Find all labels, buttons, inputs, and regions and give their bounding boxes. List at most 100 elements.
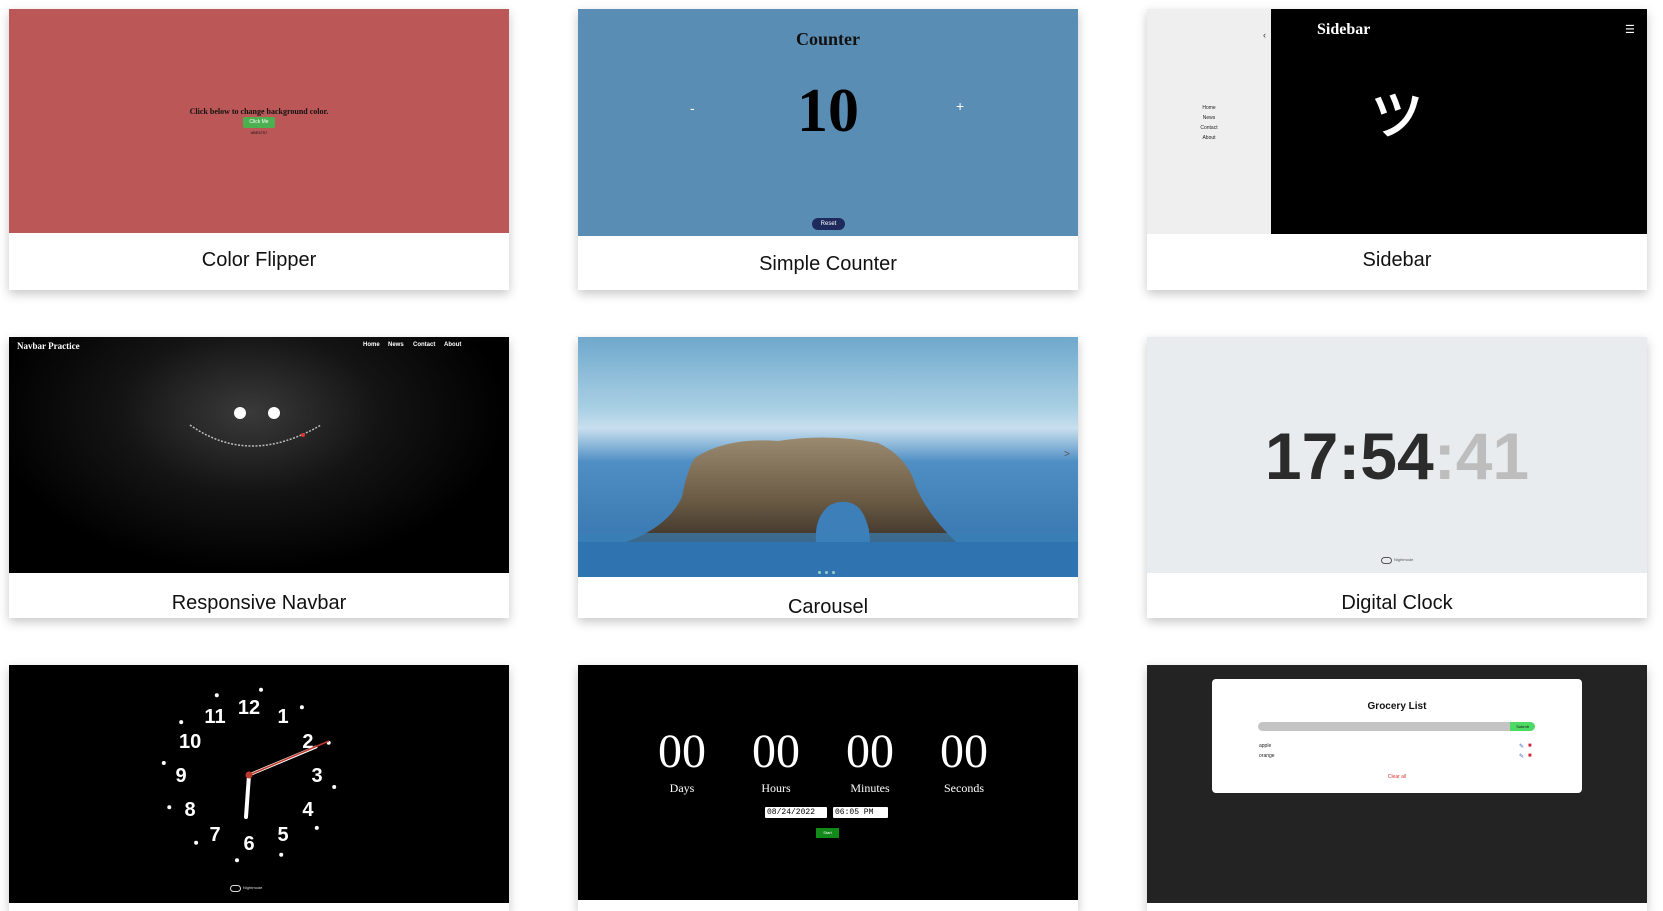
clock-tick-dot [259,687,263,692]
project-card-color-flipper[interactable]: Click below to change background color. … [9,9,509,290]
clock-number: 5 [277,824,288,846]
clock-tick-dot [214,693,219,698]
color-flipper-preview: Click below to change background color. … [9,9,509,233]
days-label: Days [669,781,695,795]
nightmode-toggle[interactable] [230,885,241,892]
sidebar-link-about[interactable]: About [1147,135,1271,141]
date-input[interactable]: 08/24/2022 [765,807,827,818]
sidebar-preview: ‹ Home News Contact About Sidebar ☰ ツ [1147,9,1647,234]
clock-tick-dot [179,720,184,725]
card-title: Simple Counter [759,253,897,275]
project-card-countdown-timer[interactable]: 00 Days 00 Hours 00 Minutes 00 Seconds 0… [578,665,1078,911]
clock-number: 7 [209,824,220,846]
hour-hand [244,773,251,819]
clock-tick-dot [167,805,172,810]
clock-center [245,771,253,779]
sidebar-link-home[interactable]: Home [1147,105,1271,111]
clock-tick-dot [279,852,284,857]
clock-number: 1 [277,706,288,728]
carousel-dot[interactable] [818,571,821,574]
hex-value: #BE5757 [250,130,268,135]
clear-all-button[interactable]: Clear all [1212,774,1582,780]
sidebar-panel: ‹ Home News Contact About [1147,9,1271,234]
clock-number: 11 [204,706,225,728]
clock-seconds: 41 [1455,419,1530,493]
nightmode-label: Nightmode [243,885,263,890]
grocery-panel: Grocery List Submit apple ✎ ■ orange ✎ ■… [1212,679,1582,793]
start-button[interactable]: Start [816,828,839,838]
seconds-label: Seconds [944,781,984,795]
time-input[interactable]: 06:05 PM [833,807,888,818]
card-title: Carousel [787,596,869,618]
grocery-item-input[interactable] [1258,722,1510,731]
smile-accent [301,433,305,437]
analog-clock-preview: 12 1 2 3 4 5 6 7 8 9 10 11 Nightmode [9,665,509,903]
rock-arch-image [578,437,1078,577]
decrement-button[interactable]: - [690,100,695,116]
grocery-item: orange [1259,753,1275,759]
grocery-preview: Grocery List Submit apple ✎ ■ orange ✎ ■… [1147,665,1647,903]
submit-button[interactable]: Submit [1510,722,1535,731]
nightmode-label: Nightmode [1394,557,1414,562]
grocery-item: apple [1259,743,1272,749]
project-card-analog-clock[interactable]: 12 1 2 3 4 5 6 7 8 9 10 11 Nightmode [9,665,509,911]
minutes-label: Minutes [850,781,890,795]
project-card-digital-clock[interactable]: 17:54:41 Nightmode Digital Clock [1147,337,1647,618]
clock-tick-dot [314,825,319,830]
seconds-value: 00 [940,725,988,778]
clock-number: 8 [185,799,196,821]
clock-number: 4 [302,799,314,821]
left-eye-dot [234,407,246,419]
clock-hours-minutes: 17:54 [1264,419,1434,493]
days-value: 00 [658,725,706,778]
counter-heading: Counter [796,29,860,49]
right-eye-dot [268,407,280,419]
delete-icon[interactable]: ■ [1528,753,1532,759]
click-me-button[interactable]: Click Me [243,117,275,128]
edit-icon[interactable]: ✎ [1519,753,1524,760]
card-title: Color Flipper [201,249,317,271]
reset-button[interactable]: Reset [812,218,845,230]
time-input-value: 06:05 PM [835,808,874,817]
clock-tick-dot [235,858,239,863]
project-card-grocery-list[interactable]: Grocery List Submit apple ✎ ■ orange ✎ ■… [1147,665,1647,911]
hamburger-icon[interactable]: ☰ [1625,23,1635,36]
smiley-face-graphic [189,407,322,447]
carousel-preview: > [578,337,1078,577]
digital-clock-preview: 17:54:41 Nightmode [1147,337,1647,573]
project-card-responsive-navbar[interactable]: Navbar Practice Home News Contact About … [9,337,509,618]
minutes-value: 00 [846,725,894,778]
clock-separator: : [1433,419,1456,493]
countdown-preview: 00 Days 00 Hours 00 Minutes 00 Seconds 0… [578,665,1078,900]
project-card-simple-counter[interactable]: Counter 10 - + Reset Simple Counter [578,9,1078,290]
grocery-heading: Grocery List [1367,701,1427,712]
card-title: Responsive Navbar [171,592,347,614]
project-card-sidebar[interactable]: ‹ Home News Contact About Sidebar ☰ ツ Si… [1147,9,1647,290]
sidebar-link-contact[interactable]: Contact [1147,125,1271,131]
sidebar-link-news[interactable]: News [1147,115,1271,121]
smile-glyph: ツ [1371,88,1424,146]
card-title: Digital Clock [1341,592,1453,614]
date-input-value: 08/24/2022 [767,808,816,817]
project-card-carousel[interactable]: > Carousel [578,337,1078,618]
flipper-instruction: Click below to change background color. [189,107,329,116]
clock-number: 6 [243,833,254,855]
navbar-preview: Navbar Practice Home News Contact About [9,337,509,573]
clock-number: 12 [238,697,260,719]
hours-value: 00 [752,725,800,778]
sidebar-heading: Sidebar [1317,21,1371,38]
counter-preview: Counter 10 - + Reset [578,9,1078,236]
carousel-dot[interactable] [825,571,828,574]
nightmode-toggle[interactable] [1381,557,1392,564]
digital-clock-display: 17:54:41 [1147,421,1647,491]
clock-tick-dot [161,761,166,765]
clock-tick-dot [194,840,199,845]
increment-button[interactable]: + [956,98,964,114]
sidebar-close-icon[interactable]: ‹ [1263,30,1266,40]
delete-icon[interactable]: ■ [1528,743,1532,749]
edit-icon[interactable]: ✎ [1519,743,1524,750]
carousel-dot[interactable] [832,571,835,574]
carousel-next-arrow[interactable]: > [1064,449,1070,460]
clock-number: 3 [311,765,322,787]
carousel-indicator-dots[interactable] [818,571,840,574]
